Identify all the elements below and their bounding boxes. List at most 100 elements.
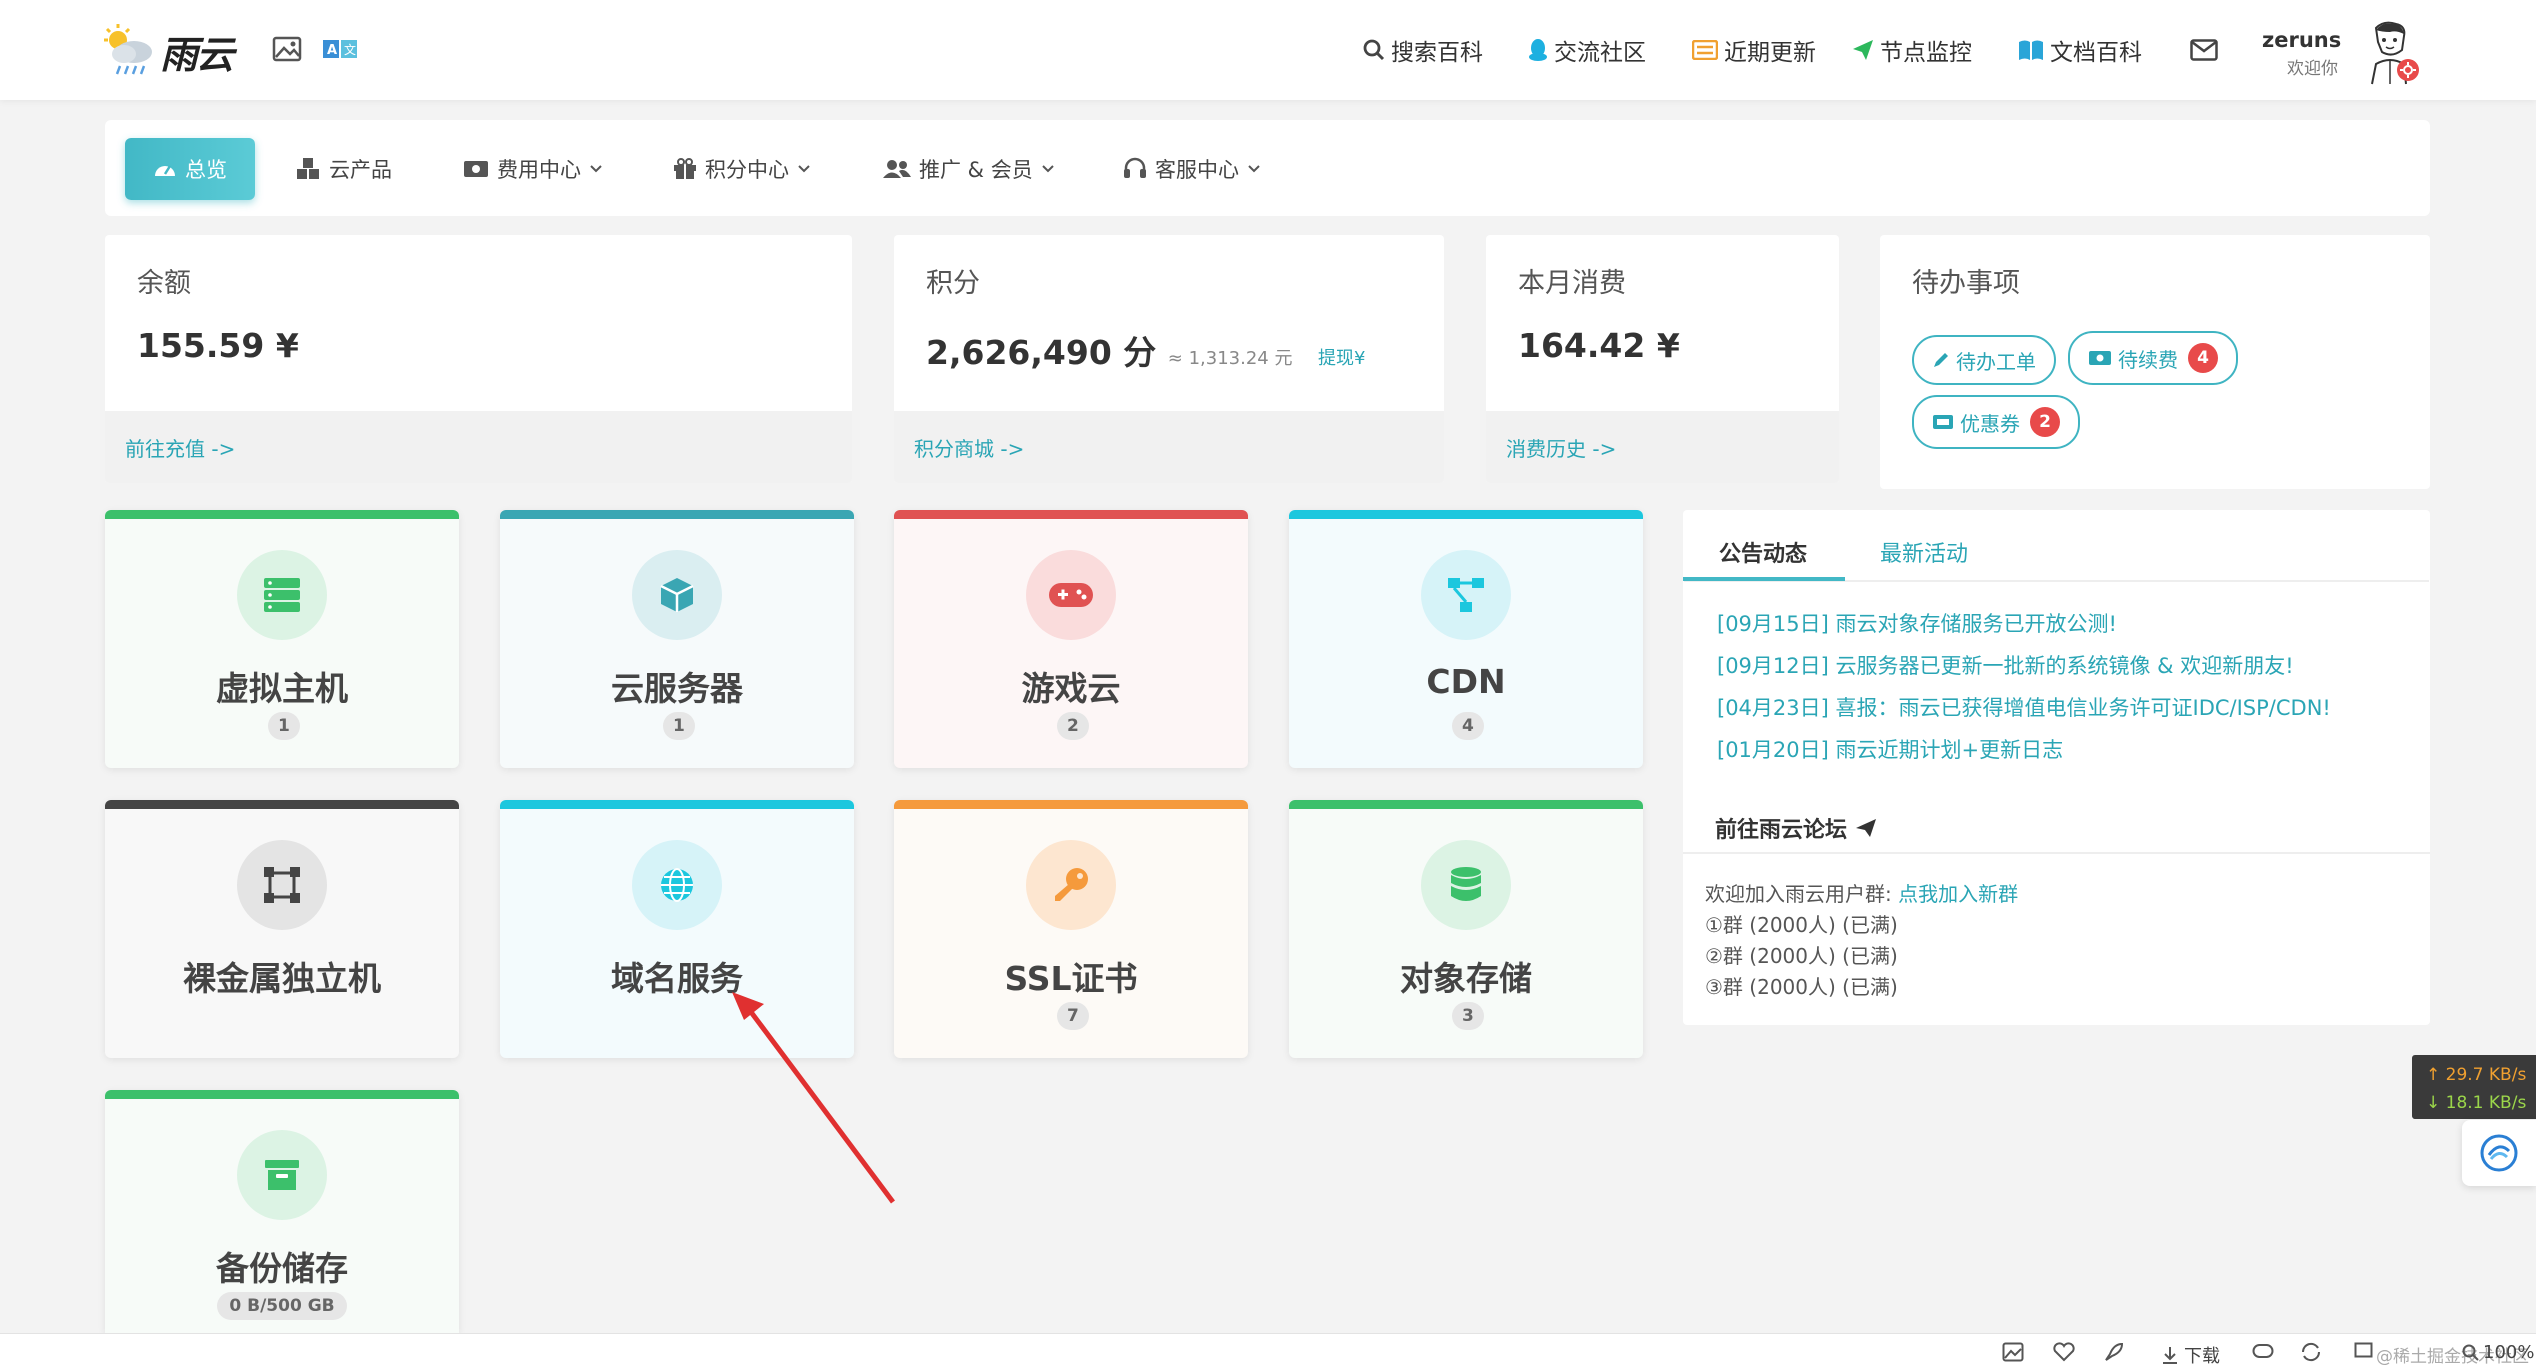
rocket-icon[interactable]	[2102, 1342, 2124, 1364]
download-button[interactable]: 下载	[2160, 1342, 2220, 1368]
main-menu: 总览 云产品 费用中心 积分中心 推广 & 会员 客服中心	[105, 120, 2430, 216]
groups-intro: 欢迎加入雨云用户群:	[1705, 882, 1899, 906]
announcement-item[interactable]: [01月20日] 雨云近期计划+更新日志	[1717, 734, 2331, 776]
spend-history-link[interactable]: 消费历史 ->	[1506, 433, 1616, 462]
nav-community[interactable]: 交流社区	[1528, 30, 1646, 70]
menu-overview[interactable]: 总览	[125, 138, 255, 200]
withdraw-link[interactable]: 提现¥	[1318, 348, 1365, 369]
mail-button[interactable]	[2190, 30, 2218, 70]
announcement-item[interactable]: [04月23日] 喜报：雨云已获得增值电信业务许可证IDC/ISP/CDN!	[1717, 692, 2331, 734]
coupons-count-badge: 2	[2030, 407, 2060, 437]
nav-monitor[interactable]: 节点监控	[1852, 30, 1972, 70]
todo-label: 待办事项	[1912, 268, 2020, 299]
forum-link[interactable]: 前往雨云论坛	[1715, 812, 1877, 844]
nav-docs[interactable]: 文档百科	[2018, 30, 2142, 70]
product-tile-bare-metal[interactable]: 裸金属独立机	[105, 800, 459, 1058]
browser-status-bar: 下载 @稀土掘金技术社区 100%	[0, 1333, 2536, 1372]
product-name: 备份储存	[216, 1249, 348, 1288]
product-count: 3	[1452, 1002, 1484, 1030]
product-tile-cdn[interactable]: CDN 4	[1289, 510, 1643, 768]
nav-link-updates[interactable]: 近期更新	[1692, 33, 1816, 67]
points-approx: ≈ 1,313.24 元	[1167, 348, 1293, 369]
product-name: 虚拟主机	[216, 669, 348, 708]
bare-metal-icon	[237, 840, 327, 930]
join-group-link[interactable]: 点我加入新群	[1898, 882, 2018, 906]
menu-cloud-products[interactable]: 云产品	[295, 138, 392, 200]
nav-link-docs[interactable]: 文档百科	[2018, 33, 2142, 67]
product-name: 对象存储	[1400, 959, 1532, 998]
book-icon	[2019, 40, 2043, 60]
mail-icon	[2190, 39, 2218, 61]
money-icon	[2089, 351, 2111, 365]
globe-icon	[632, 840, 722, 930]
nav-updates[interactable]: 近期更新	[1692, 30, 1816, 70]
menu-support[interactable]: 客服中心	[1123, 138, 1269, 200]
game-icon[interactable]	[2252, 1342, 2274, 1360]
send-icon	[1853, 40, 1873, 60]
headset-icon	[1124, 157, 1146, 178]
server-icon	[237, 550, 327, 640]
ticket-icon	[1933, 415, 1953, 429]
avatar[interactable]	[2362, 20, 2424, 86]
refresh-icon[interactable]	[2300, 1342, 2322, 1362]
coupons-button[interactable]: 优惠券 2	[1912, 395, 2080, 449]
chevron-down-icon	[1248, 165, 1260, 173]
tab-announcements[interactable]: 公告动态	[1719, 536, 1807, 568]
menu-promotion[interactable]: 推广 & 会员	[883, 138, 1063, 200]
pending-tickets-button[interactable]: 待办工单	[1912, 335, 2056, 385]
recharge-link[interactable]: 前往充值 ->	[125, 433, 235, 462]
nav-link-search[interactable]: 搜索百科	[1363, 33, 1483, 67]
points-value: 2,626,490 分	[926, 333, 1157, 372]
product-tile-game-cloud[interactable]: 游戏云 2	[894, 510, 1248, 768]
announcement-list: [09月15日] 雨云对象存储服务已开放公测! [09月12日] 云服务器已更新…	[1717, 608, 2331, 776]
product-tile-virtual-host[interactable]: 虚拟主机 1	[105, 510, 459, 768]
zoom-control[interactable]: 100%	[2462, 1342, 2534, 1363]
announcement-item[interactable]: [09月15日] 雨云对象存储服务已开放公测!	[1717, 608, 2331, 650]
assistant-icon	[2480, 1134, 2518, 1172]
nav-link-monitor[interactable]: 节点监控	[1852, 33, 1972, 67]
window-icon[interactable]	[2354, 1342, 2376, 1360]
monthly-spend-label: 本月消费	[1518, 268, 1626, 299]
floating-assistant-button[interactable]	[2462, 1120, 2536, 1186]
announcement-item[interactable]: [09月12日] 云服务器已更新一批新的系统镜像 & 欢迎新朋友!	[1717, 650, 2331, 692]
annotation-arrow-icon	[732, 992, 896, 1204]
nav-link-community[interactable]: 交流社区	[1528, 33, 1646, 67]
upload-speed: ↑ 29.7 KB/s	[2426, 1065, 2527, 1085]
renewal-count-badge: 4	[2188, 343, 2218, 373]
points-label: 积分	[926, 268, 980, 299]
points-mall-link[interactable]: 积分商城 ->	[914, 433, 1024, 462]
product-tile-backup[interactable]: 备份储存 0 B/500 GB	[105, 1090, 459, 1333]
menu-billing[interactable]: 费用中心	[463, 138, 611, 200]
nav-search[interactable]: 搜索百科	[1363, 30, 1483, 70]
send-icon	[1856, 819, 1877, 837]
product-name: SSL证书	[1004, 959, 1138, 998]
database-icon	[1421, 840, 1511, 930]
product-tile-cloud-server[interactable]: 云服务器 1	[500, 510, 854, 768]
balance-card: 余额 155.59 ¥ 前往充值 ->	[105, 235, 852, 483]
dashboard-icon	[155, 165, 175, 176]
product-tile-object-storage[interactable]: 对象存储 3	[1289, 800, 1643, 1058]
network-icon	[1421, 550, 1511, 640]
chevron-down-icon	[590, 165, 602, 173]
menu-points[interactable]: 积分中心	[673, 138, 819, 200]
product-name: 云服务器	[611, 669, 743, 708]
list-icon	[1692, 40, 1718, 60]
pending-renewal-button[interactable]: 待续费 4	[2068, 331, 2238, 385]
tab-activities[interactable]: 最新活动	[1880, 536, 1968, 568]
user-welcome: 欢迎你	[2287, 59, 2338, 79]
logo[interactable]: 雨云	[100, 22, 250, 80]
image-icon[interactable]	[2002, 1342, 2024, 1362]
product-tile-ssl[interactable]: SSL证书 7	[894, 800, 1248, 1058]
product-count: 7	[1057, 1002, 1089, 1030]
todo-card: 待办事项 待办工单 待续费 4 优惠券 2	[1880, 235, 2430, 489]
translate-icon[interactable]: A文	[322, 36, 357, 64]
download-speed: ↓ 18.1 KB/s	[2426, 1093, 2527, 1113]
image-icon[interactable]	[272, 36, 302, 64]
monthly-spend-value: 164.42 ¥	[1518, 326, 1680, 365]
svg-text:A: A	[327, 43, 337, 58]
heart-icon[interactable]	[2052, 1342, 2076, 1362]
cubes-icon	[297, 158, 319, 179]
user-name: zeruns	[2262, 28, 2342, 52]
user-info[interactable]: zeruns 欢迎你	[2262, 28, 2342, 79]
group-item: ②群 (2000人) (已满)	[1705, 944, 1898, 968]
